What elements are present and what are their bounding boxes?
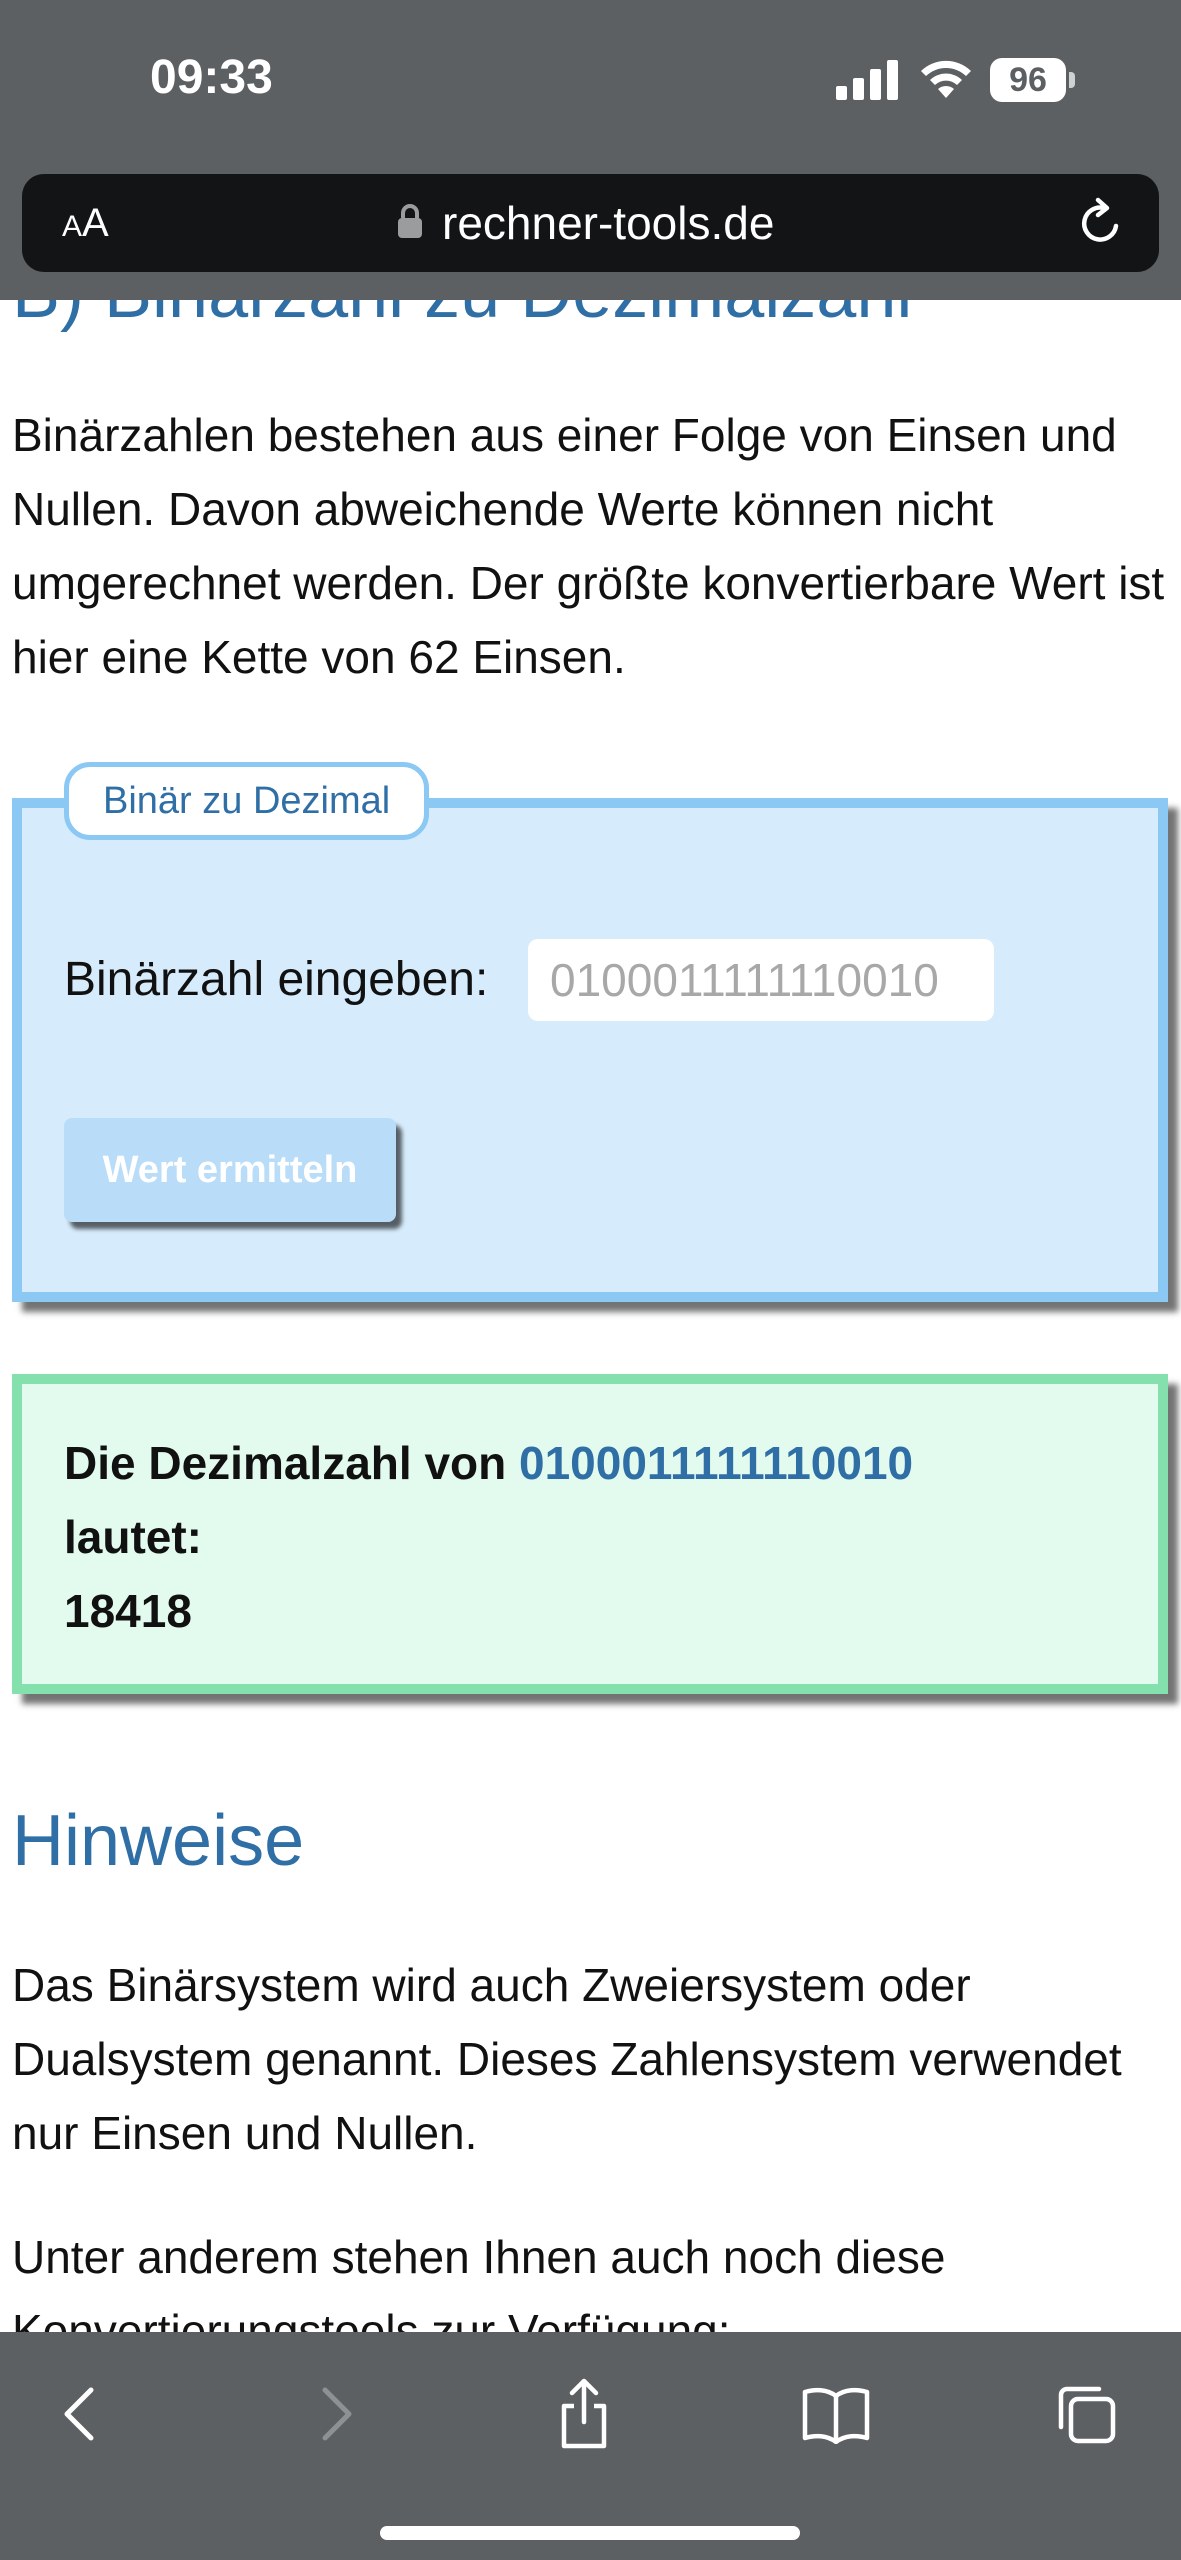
wifi-icon — [921, 60, 971, 98]
share-icon — [561, 2378, 607, 2449]
reload-icon[interactable] — [1074, 196, 1128, 250]
bookmarks-button[interactable] — [796, 2374, 876, 2454]
result-prefix: Die Dezimalzahl von — [64, 1437, 507, 1489]
url-text: rechner-tools.de — [442, 197, 775, 249]
signal-icon — [836, 60, 898, 100]
hinweise-heading: Hinweise — [12, 1801, 305, 1881]
address-bar[interactable]: AA rechner-tools.de — [22, 174, 1159, 272]
battery-icon: 96 — [990, 58, 1076, 102]
web-content: B) Binärzahl zu Dezimalzahl Binärzahlen … — [0, 0, 1181, 2560]
back-button[interactable] — [40, 2374, 120, 2454]
binary-input[interactable] — [528, 939, 994, 1021]
battery-tip — [1069, 72, 1075, 88]
binary-input-label: Binärzahl eingeben: — [64, 953, 489, 1006]
battery-level: 96 — [990, 58, 1066, 102]
result-line: Die Dezimalzahl von 0100011111110010 — [64, 1426, 913, 1500]
status-time: 09:33 — [150, 51, 273, 104]
text-size-big-a: A — [82, 201, 109, 245]
intro-paragraph: Binärzahlen bestehen aus einer Folge von… — [12, 409, 1165, 683]
converter-legend: Binär zu Dezimal — [64, 762, 430, 840]
result-suffix: lautet: — [64, 1511, 202, 1563]
browser-bottom-toolbar — [0, 2332, 1181, 2560]
text-size-small-a: A — [62, 210, 83, 243]
forward-button[interactable] — [296, 2374, 376, 2454]
back-icon — [64, 2387, 94, 2441]
lock-icon — [398, 204, 422, 238]
tabs-icon — [1058, 2386, 1116, 2444]
share-button[interactable] — [544, 2374, 624, 2454]
browser-top-bar: 09:33 96 AA rechner-tools.de — [0, 0, 1181, 300]
result-decimal-value: 18418 — [64, 1585, 192, 1637]
bookmarks-icon — [802, 2387, 870, 2444]
forward-icon — [322, 2387, 352, 2441]
calculate-button[interactable]: Wert ermitteln — [64, 1118, 396, 1222]
text-size-button[interactable]: AA — [62, 196, 109, 250]
home-indicator — [380, 2526, 800, 2540]
tabs-button[interactable] — [1046, 2374, 1126, 2454]
hinweise-paragraph: Das Binärsystem wird auch Zweiersystem o… — [12, 1959, 1122, 2159]
result-binary-value: 0100011111110010 — [519, 1437, 914, 1489]
converter-form — [12, 798, 1168, 1302]
